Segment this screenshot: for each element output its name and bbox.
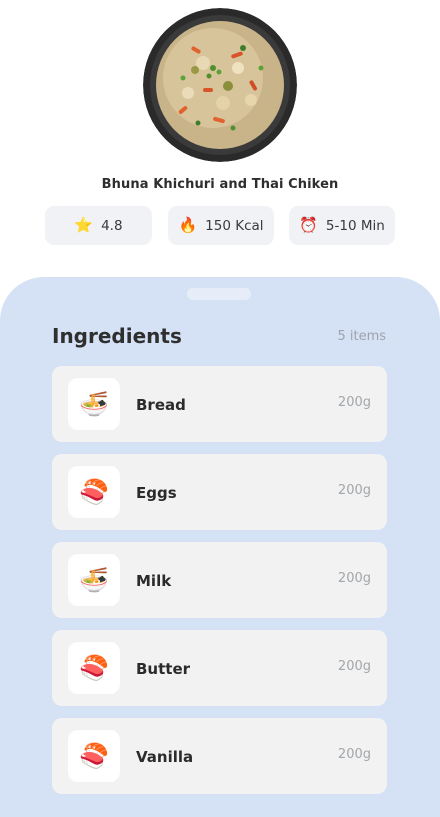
time-value: 5-10 Min bbox=[325, 217, 385, 234]
ingredient-item-milk[interactable]: 🍜 Milk 200g bbox=[52, 542, 387, 618]
ingredient-quantity: 200g bbox=[337, 571, 371, 586]
ingredient-quantity: 200g bbox=[337, 395, 371, 410]
ingredient-name: Vanilla bbox=[136, 748, 194, 766]
ingredient-name: Butter bbox=[136, 660, 191, 678]
ingredients-title: Ingredients bbox=[52, 324, 182, 348]
ingredient-name: Eggs bbox=[136, 484, 177, 502]
noodle-bowl-icon: 🍜 bbox=[68, 378, 120, 430]
ingredient-quantity: 200g bbox=[337, 659, 371, 674]
star-icon: ⭐ bbox=[74, 216, 94, 234]
fire-icon: 🔥 bbox=[178, 216, 198, 234]
calories-badge: 🔥 150 Kcal bbox=[168, 206, 274, 245]
calories-value: 150 Kcal bbox=[205, 217, 264, 234]
sheet-drag-handle[interactable] bbox=[187, 288, 251, 300]
sushi-icon: 🍣 bbox=[68, 466, 120, 518]
rating-badge: ⭐ 4.8 bbox=[45, 206, 152, 245]
ingredient-item-eggs[interactable]: 🍣 Eggs 200g bbox=[52, 454, 387, 530]
time-badge: ⏰ 5-10 Min bbox=[289, 206, 395, 245]
ingredient-name: Bread bbox=[136, 396, 186, 414]
noodle-bowl-icon: 🍜 bbox=[68, 554, 120, 606]
dish-title: Bhuna Khichuri and Thai Chiken bbox=[101, 177, 339, 192]
ingredient-item-vanilla[interactable]: 🍣 Vanilla 200g bbox=[52, 718, 387, 794]
ingredient-item-butter[interactable]: 🍣 Butter 200g bbox=[52, 630, 387, 706]
ingredient-list: 🍜 Bread 200g 🍣 Eggs 200g 🍜 Milk 200g 🍣 B… bbox=[52, 366, 387, 806]
ingredient-item-bread[interactable]: 🍜 Bread 200g bbox=[52, 366, 387, 442]
dish-image bbox=[143, 8, 297, 162]
ingredient-quantity: 200g bbox=[337, 747, 371, 762]
ingredients-sheet: Ingredients 5 items 🍜 Bread 200g 🍣 Eggs … bbox=[0, 277, 440, 817]
ingredient-name: Milk bbox=[136, 572, 172, 590]
sushi-icon: 🍣 bbox=[68, 730, 120, 782]
sushi-icon: 🍣 bbox=[68, 642, 120, 694]
rating-value: 4.8 bbox=[101, 217, 123, 234]
ingredients-count: 5 items bbox=[337, 329, 386, 344]
ingredient-quantity: 200g bbox=[337, 483, 371, 498]
alarm-clock-icon: ⏰ bbox=[299, 216, 318, 234]
